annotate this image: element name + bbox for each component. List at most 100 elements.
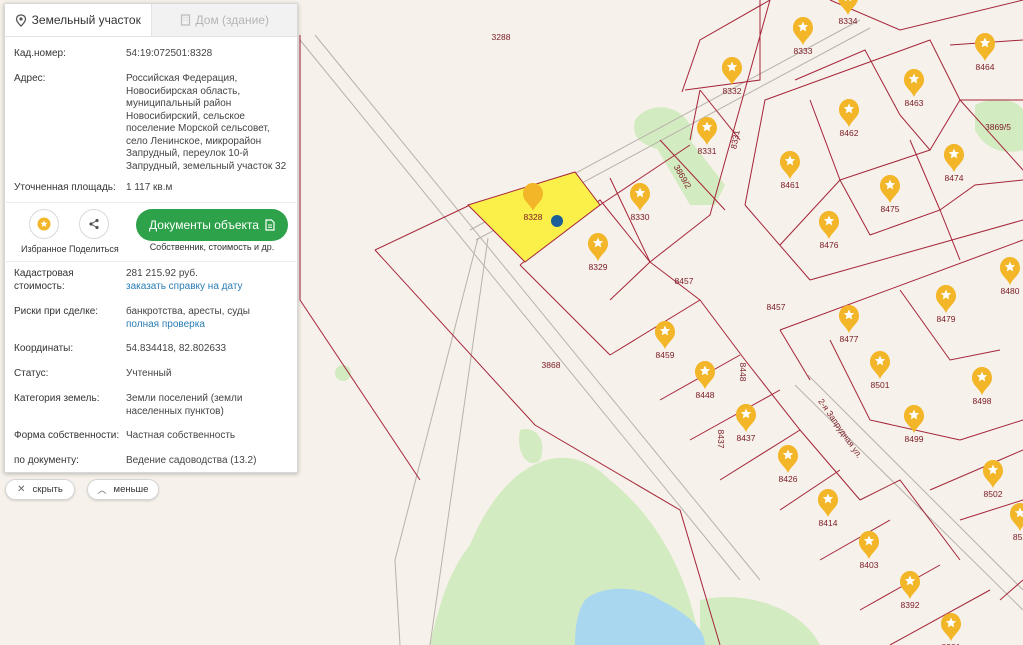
close-icon: ✕ [17, 484, 26, 495]
marker-pin-icon [870, 351, 890, 379]
hide-button[interactable]: ✕ скрыть [5, 479, 75, 500]
tab-house[interactable]: Дом (здание) [150, 4, 297, 36]
parcel-marker-8437[interactable]: 8437 [736, 404, 756, 443]
parcel-marker-8502[interactable]: 8502 [983, 460, 1003, 499]
tab-land-plot[interactable]: Земельный участок [5, 4, 151, 36]
address-value: Российская Федерация, Новосибирская обла… [126, 73, 286, 173]
panel-tabs: Земельный участок Дом (здание) [5, 4, 297, 37]
category-block: Земли поселений (земли населенных пункто… [126, 393, 242, 418]
parcel-marker-8330[interactable]: 8330 [630, 183, 650, 222]
less-button[interactable]: ︿ меньше [87, 479, 159, 500]
marker-pin-icon [941, 613, 961, 641]
marker-pin-icon [818, 489, 838, 517]
parcel-label: 8480 [1001, 286, 1020, 296]
parcel-marker-8426[interactable]: 8426 [778, 445, 798, 484]
parcel-marker-8461[interactable]: 8461 [780, 151, 800, 190]
marker-pin-icon [975, 33, 995, 61]
parcel-marker-8479[interactable]: 8479 [936, 285, 956, 324]
parcel-marker-8463[interactable]: 8463 [904, 69, 924, 108]
cad-number-link[interactable]: 54:19:072501:8328 [126, 48, 212, 61]
coords-row: Координаты: 54.834418, 82.802633 [14, 343, 289, 356]
parcel-marker-8392[interactable]: 8392 [900, 571, 920, 610]
status-row: Статус: Учтенный [14, 368, 289, 381]
parcel-marker-8332[interactable]: 8332 [722, 57, 742, 96]
field-label: Категория земель: [14, 393, 100, 404]
map-pin-icon [15, 13, 26, 27]
marker-pin-icon [904, 69, 924, 97]
parcel-label: 8462 [840, 128, 859, 138]
parcel-label: 8501 [871, 380, 890, 390]
parcel-label: 8477 [840, 334, 859, 344]
cad-number-row: Кад.номер: 54:19:072501:8328 [14, 48, 289, 61]
field-label: Форма собственности: [14, 430, 120, 441]
parcel-marker-8331[interactable]: 8331 [697, 117, 717, 156]
parcel-marker-8499[interactable]: 8499 [904, 405, 924, 444]
marker-pin-icon [1010, 503, 1023, 531]
parcel-marker-8477[interactable]: 8477 [839, 305, 859, 344]
marker-pin-icon [839, 99, 859, 127]
parcel-label: 8332 [723, 86, 742, 96]
parcel-marker-8475[interactable]: 8475 [880, 175, 900, 214]
coords-value: 54.834418, 82.802633 [126, 343, 227, 354]
marker-pin-icon [778, 445, 798, 473]
parcel-label: 8414 [819, 518, 838, 528]
area-label: 8457 [675, 276, 694, 286]
cad-value-block: 281 215.92 руб. заказать справку на дату [126, 268, 243, 293]
parcel-marker-8498[interactable]: 8498 [972, 367, 992, 406]
marker-pin-icon [936, 285, 956, 313]
address-line: Новосибирский, сельское [126, 110, 245, 122]
marker-pin-icon [904, 405, 924, 433]
documents-subtitle: Собственник, стоимость и др. [149, 242, 275, 252]
parcel-label: 8461 [781, 180, 800, 190]
risks-block: банкротства, аресты, суды полная проверк… [126, 306, 250, 331]
category-line: населенных пунктов) [126, 405, 224, 417]
parcel-label: 8448 [696, 390, 715, 400]
parcel-marker-8334[interactable]: 8334 [838, 0, 858, 26]
parcel-marker-8480[interactable]: 8480 [1000, 257, 1020, 296]
parcel-marker-8476[interactable]: 8476 [819, 211, 839, 250]
documents-button[interactable]: Документы объекта [136, 209, 288, 241]
full-check-link[interactable]: полная проверка [126, 319, 250, 332]
parcel-marker-8403[interactable]: 8403 [859, 531, 879, 570]
parcel-label: 8328 [524, 212, 543, 222]
parcel-label: 8333 [794, 46, 813, 56]
marker-pin-icon [722, 57, 742, 85]
parcel-marker-8414[interactable]: 8414 [818, 489, 838, 528]
risks-value: банкротства, аресты, суды [126, 306, 250, 317]
parcel-marker-8333[interactable]: 8333 [793, 17, 813, 56]
area-label: 8457 [767, 302, 786, 312]
parcel-marker-852[interactable]: 852 [1010, 503, 1023, 542]
area-label: 8437 [716, 430, 726, 449]
share-circle[interactable] [78, 209, 109, 239]
tab-label: Земельный участок [31, 13, 141, 27]
chevron-up-icon: ︿ [97, 485, 107, 495]
parcel-label: 852 [1013, 532, 1023, 542]
parcel-marker-8501[interactable]: 8501 [870, 351, 890, 390]
favorite-button[interactable]: Избранное [21, 209, 67, 254]
parcel-label: 8474 [945, 173, 964, 183]
parcel-marker-8459[interactable]: 8459 [655, 321, 675, 360]
parcel-marker-8462[interactable]: 8462 [839, 99, 859, 138]
marker-pin-icon [736, 404, 756, 432]
parcel-marker-8474[interactable]: 8474 [944, 144, 964, 183]
address-line: поселение Морской сельсовет, [126, 123, 270, 134]
field-label: Адрес: [14, 73, 46, 84]
field-label: Статус: [14, 368, 49, 379]
share-button[interactable]: Поделиться [69, 209, 119, 254]
parcel-marker-8464[interactable]: 8464 [975, 33, 995, 72]
field-label: Риски при сделке: [14, 306, 99, 317]
parcel-marker-8329[interactable]: 8329 [588, 233, 608, 272]
field-label: Координаты: [14, 343, 74, 354]
area-label: 3868 [542, 360, 561, 370]
marker-pin-icon [983, 460, 1003, 488]
order-certificate-link[interactable]: заказать справку на дату [126, 281, 243, 294]
parcel-marker-8381[interactable]: 8381 [941, 613, 961, 645]
label-line: стоимость: [14, 280, 65, 292]
area-row: Уточненная площадь: 1 117 кв.м [14, 182, 289, 195]
documents-label: Документы объекта [149, 218, 259, 232]
parcel-marker-8448[interactable]: 8448 [695, 361, 715, 400]
area-label: 3288 [492, 32, 511, 42]
marker-pin-icon [697, 117, 717, 145]
favorite-circle[interactable] [28, 209, 59, 239]
marker-pin-icon [630, 183, 650, 211]
